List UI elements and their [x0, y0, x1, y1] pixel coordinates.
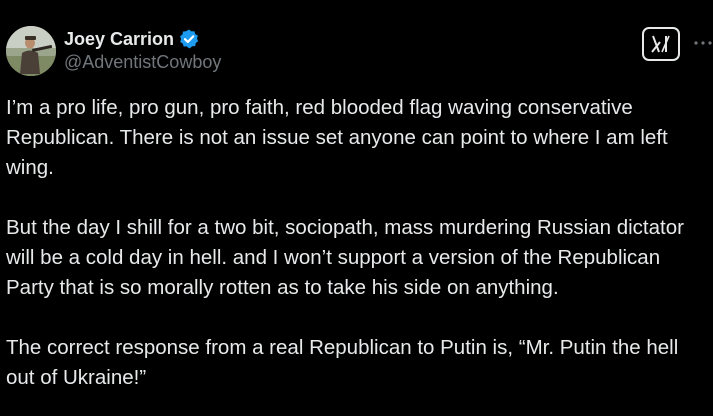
- post-header: Joey Carrion @AdventistCowboy: [6, 25, 712, 77]
- post-paragraph: I’m a pro life, pro gun, pro faith, red …: [6, 96, 668, 179]
- display-name-row: Joey Carrion: [64, 27, 221, 51]
- more-options-button[interactable]: [692, 33, 713, 53]
- author-handle[interactable]: @AdventistCowboy: [64, 52, 221, 73]
- display-name[interactable]: Joey Carrion: [64, 29, 174, 50]
- post-text: I’m a pro life, pro gun, pro faith, red …: [6, 93, 711, 416]
- author-names: Joey Carrion @AdventistCowboy: [64, 27, 221, 73]
- grok-button[interactable]: [642, 27, 680, 61]
- post-paragraph: The correct response from a real Republi…: [6, 336, 679, 389]
- grok-icon: [651, 35, 670, 53]
- post-paragraph: But the day I shill for a two bit, socio…: [6, 216, 684, 299]
- post: Joey Carrion @AdventistCowboy I’m a pro …: [0, 0, 713, 416]
- avatar[interactable]: [6, 26, 56, 76]
- more-options-icon: [694, 41, 712, 45]
- avatar-image: [6, 26, 56, 76]
- verified-badge-icon[interactable]: [178, 28, 200, 50]
